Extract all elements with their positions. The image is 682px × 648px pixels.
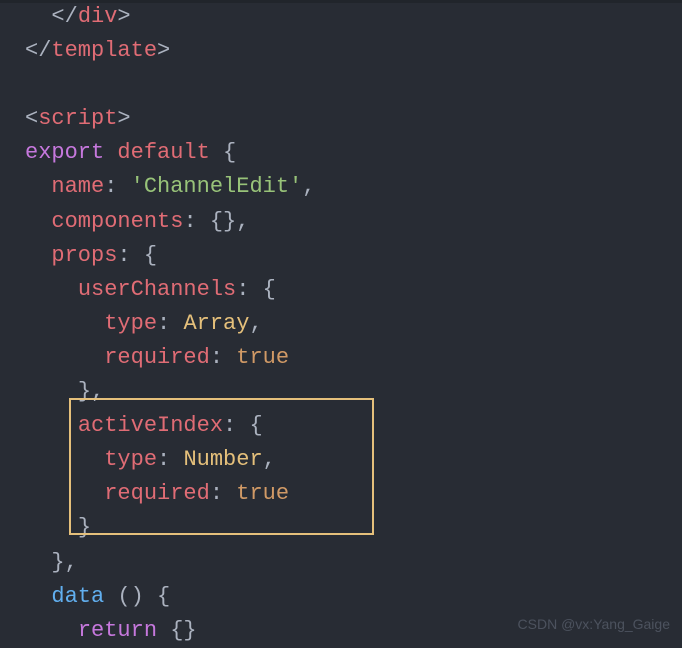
code-line: data () { (25, 580, 682, 614)
brace-close: }, (78, 379, 104, 404)
keyword-default: default (117, 140, 209, 165)
punct: : { (236, 277, 276, 302)
prop-userchannels: userChannels (78, 277, 236, 302)
code-line: <script> (25, 102, 682, 136)
prop-required: required (104, 345, 210, 370)
code-line: type: Number, (25, 443, 682, 477)
code-line: required: true (25, 341, 682, 375)
prop-props: props (51, 243, 117, 268)
comma: , (302, 174, 315, 199)
code-line: userChannels: { (25, 273, 682, 307)
tag-end: > (157, 38, 170, 63)
tag-name: script (38, 106, 117, 131)
colon: : (157, 447, 183, 472)
code-line: components: {}, (25, 205, 682, 239)
tag-name: div (78, 4, 118, 29)
prop-required: required (104, 481, 210, 506)
tag-end: > (117, 106, 130, 131)
brace-close: } (78, 515, 91, 540)
class-number: Number (183, 447, 262, 472)
brace: { (210, 140, 236, 165)
code-line: }, (25, 375, 682, 409)
prop-name: name (51, 174, 104, 199)
func-data: data (51, 584, 104, 609)
tag-end: > (117, 4, 130, 29)
code-line: required: true (25, 477, 682, 511)
tag-open-bracket: < (25, 106, 38, 131)
prop-components: components (51, 209, 183, 234)
punct: () { (104, 584, 170, 609)
punct: : { (117, 243, 157, 268)
class-array: Array (183, 311, 249, 336)
code-line: export default { (25, 136, 682, 170)
code-line: props: { (25, 239, 682, 273)
colon: : (210, 481, 236, 506)
punct: {} (157, 618, 197, 643)
string-value: 'ChannelEdit' (131, 174, 303, 199)
punct: : {}, (183, 209, 249, 234)
comma: , (249, 311, 262, 336)
code-line: }, (25, 546, 682, 580)
tag-close-bracket: </ (51, 4, 77, 29)
bool-true: true (236, 345, 289, 370)
tag-name: template (51, 38, 157, 63)
colon: : (157, 311, 183, 336)
code-line: type: Array, (25, 307, 682, 341)
prop-type: type (104, 447, 157, 472)
keyword-return: return (78, 618, 157, 643)
code-editor: </div> </template> <script> export defau… (0, 0, 682, 648)
comma: , (263, 447, 276, 472)
brace-close: }, (51, 550, 77, 575)
watermark: CSDN @vx:Yang_Gaige (518, 614, 670, 636)
code-line: } (25, 511, 682, 545)
colon: : (210, 345, 236, 370)
colon: : (104, 174, 130, 199)
punct: : { (223, 413, 263, 438)
keyword-export: export (25, 140, 104, 165)
bool-true: true (236, 481, 289, 506)
tag-close-bracket: </ (25, 38, 51, 63)
code-line: </div> (25, 0, 682, 34)
code-line-empty (25, 68, 682, 102)
prop-activeindex: activeIndex (78, 413, 223, 438)
code-line: </template> (25, 34, 682, 68)
code-line: activeIndex: { (25, 409, 682, 443)
code-line: name: 'ChannelEdit', (25, 170, 682, 204)
prop-type: type (104, 311, 157, 336)
